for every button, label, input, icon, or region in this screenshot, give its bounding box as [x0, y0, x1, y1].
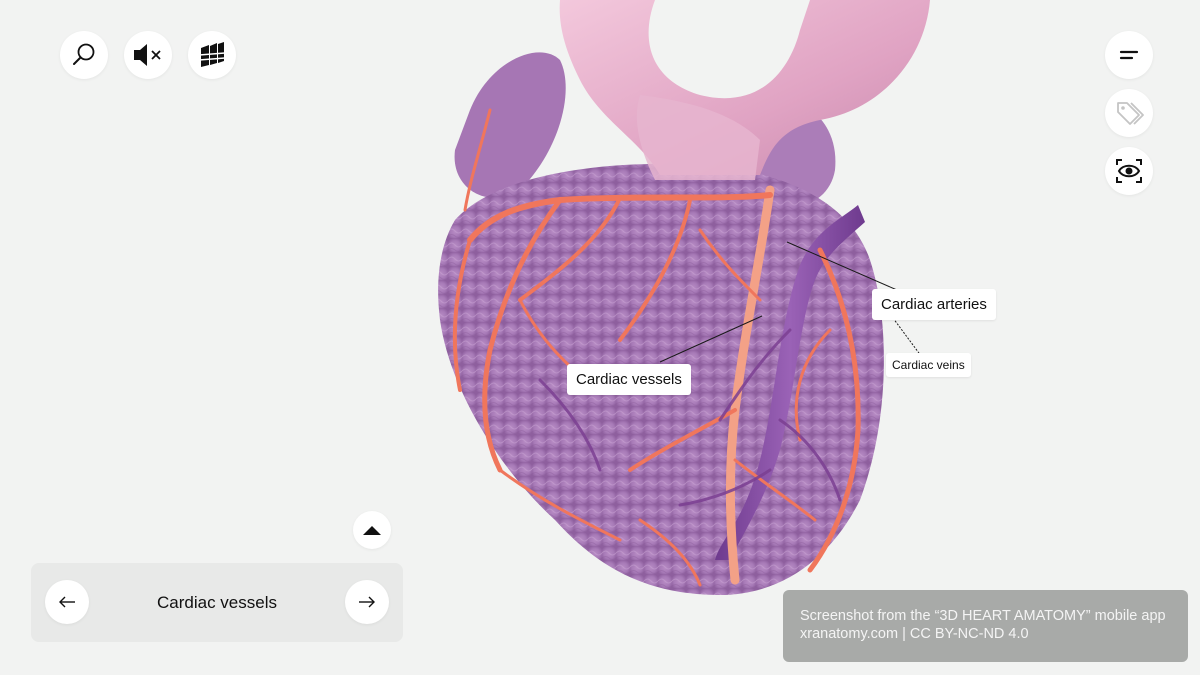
search-icon	[73, 43, 95, 65]
structure-navigator: Cardiac vessels	[31, 563, 403, 642]
layers-button[interactable]	[188, 31, 236, 79]
labels-toggle-button[interactable]	[1105, 89, 1153, 137]
credit-line-2: xranatomy.com | CC BY-NC-ND 4.0	[800, 626, 1029, 642]
menu-lines-icon	[1119, 50, 1139, 60]
arrow-right-icon	[359, 596, 375, 608]
label-cardiac-arteries[interactable]: Cardiac arteries	[872, 289, 996, 320]
arrow-left-icon	[59, 596, 75, 608]
search-button[interactable]	[60, 31, 108, 79]
eye-focus-icon	[1116, 159, 1142, 183]
label-text: Cardiac vessels	[576, 371, 682, 388]
tags-icon	[1117, 102, 1144, 125]
credit-overlay: Screenshot from the “3D HEART AMATOMY” m…	[783, 590, 1188, 662]
triangle-up-icon	[363, 526, 381, 535]
label-text: Cardiac arteries	[881, 296, 987, 313]
view-focus-button[interactable]	[1105, 147, 1153, 195]
expand-panel-button[interactable]	[353, 511, 391, 549]
label-cardiac-veins[interactable]: Cardiac veins	[886, 353, 971, 377]
label-cardiac-vessels[interactable]: Cardiac vessels	[567, 364, 691, 395]
heart-model[interactable]	[438, 0, 930, 595]
stacked-layers-icon	[198, 42, 226, 67]
label-text: Cardiac veins	[892, 358, 965, 372]
speaker-muted-icon	[134, 44, 161, 66]
menu-button[interactable]	[1105, 31, 1153, 79]
next-structure-button[interactable]	[345, 580, 389, 624]
credit-line-1: Screenshot from the “3D HEART AMATOMY” m…	[800, 608, 1166, 624]
mute-button[interactable]	[124, 31, 172, 79]
current-structure-title: Cardiac vessels	[157, 592, 277, 612]
previous-structure-button[interactable]	[45, 580, 89, 624]
